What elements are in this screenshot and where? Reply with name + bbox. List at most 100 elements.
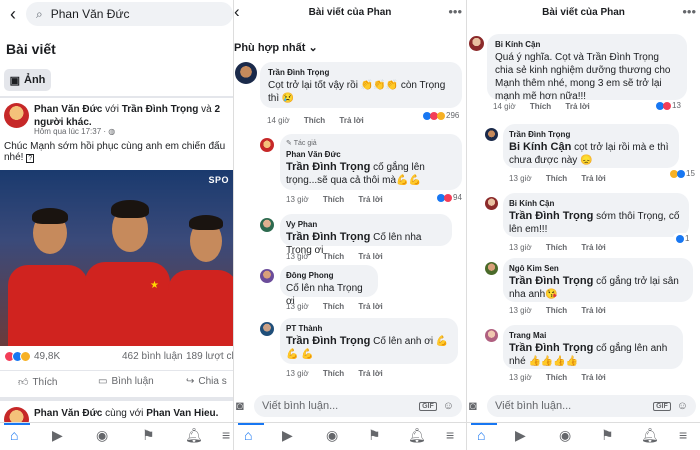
back-arrow-icon[interactable]: ‹	[0, 4, 26, 25]
comment-reactions[interactable]: 13	[653, 100, 684, 111]
haha-reaction-icon	[437, 111, 445, 120]
camera-icon[interactable]: ◙	[469, 398, 477, 413]
comment-like-button[interactable]: Thích	[304, 116, 325, 125]
video-icon[interactable]: ▶	[282, 427, 293, 444]
comment-mention[interactable]: Bi Kính Cận	[509, 141, 571, 153]
comment-like-button[interactable]: Thích	[546, 243, 567, 252]
comment-like-button[interactable]: Thích	[546, 306, 567, 315]
sort-dropdown[interactable]: Phù hợp nhất ⌄	[234, 41, 318, 54]
comment-author[interactable]: Trang Mai	[509, 330, 675, 341]
emoji-icon[interactable]: ☺	[443, 400, 454, 412]
reaction-summary[interactable]: 49,8K	[4, 351, 60, 362]
video-icon[interactable]: ▶	[52, 427, 63, 444]
comment-like-button[interactable]: Thích	[530, 102, 551, 111]
comment-reply-button[interactable]: Trả lời	[358, 195, 382, 204]
comment-like-button[interactable]: Thích	[546, 174, 567, 183]
post-author-and: và	[201, 104, 212, 115]
avatar[interactable]	[485, 262, 498, 275]
post-tagged[interactable]: Phan Van Hieu.	[146, 408, 218, 419]
comment-reply-button[interactable]: Trả lời	[358, 252, 382, 261]
comment-reactions[interactable]: 1	[673, 233, 693, 244]
menu-icon[interactable]: ≡	[222, 427, 230, 443]
post-author[interactable]: Phan Văn Đức	[34, 104, 102, 115]
flag-icon[interactable]: ⚑	[368, 427, 381, 444]
comment-like-button[interactable]: Thích	[546, 373, 567, 382]
gif-icon[interactable]: GIF	[653, 401, 671, 411]
bell-icon[interactable]: 🔔︎	[408, 427, 426, 444]
more-options-icon[interactable]: •••	[682, 4, 696, 19]
comment-author[interactable]: Đông Phong	[286, 270, 370, 281]
emoji-icon[interactable]: ☺	[677, 400, 688, 412]
avatar[interactable]	[260, 218, 274, 232]
comment-button[interactable]: ▭ Bình luận	[98, 376, 154, 387]
avatar[interactable]	[485, 329, 498, 342]
menu-icon[interactable]: ≡	[446, 427, 454, 443]
avatar[interactable]	[485, 197, 498, 210]
groups-icon[interactable]: ◉	[559, 427, 571, 444]
post-tagged[interactable]: Trần Đình Trọng	[122, 104, 199, 115]
comment-mention[interactable]: Trần Đình Trọng	[509, 342, 593, 354]
comment-reply-button[interactable]: Trả lời	[358, 302, 382, 311]
like-button[interactable]: 👍︎ Thích	[18, 376, 57, 389]
comment-mention[interactable]: Trần Đình Trọng	[286, 161, 370, 173]
comment-reactions[interactable]: 296	[420, 110, 463, 121]
share-button[interactable]: ↪ Chia s	[186, 376, 227, 387]
avatar[interactable]	[260, 269, 274, 283]
comment-time: 13 giờ	[286, 195, 309, 204]
comment-reactions[interactable]: 15	[667, 168, 698, 179]
comment-like-button[interactable]: Thích	[323, 369, 344, 378]
more-options-icon[interactable]: •••	[448, 4, 462, 19]
avatar[interactable]	[4, 103, 29, 128]
avatar[interactable]	[260, 322, 274, 336]
comment-mention[interactable]: Trần Đình Trọng	[286, 335, 370, 347]
comment-reply-button[interactable]: Trả lời	[581, 306, 605, 315]
flag-icon[interactable]: ⚑	[601, 427, 614, 444]
home-icon[interactable]: ⌂	[244, 427, 252, 443]
comment-reply-button[interactable]: Trả lời	[581, 174, 605, 183]
comment-author[interactable]: PT Thành	[286, 323, 450, 334]
avatar[interactable]	[260, 138, 274, 152]
comment-author[interactable]: Bi Kính Cận	[509, 198, 681, 209]
comment-reply-button[interactable]: Trả lời	[358, 369, 382, 378]
bell-icon[interactable]: 🔔︎	[185, 427, 203, 444]
post-author[interactable]: Phan Văn Đức	[34, 408, 102, 419]
groups-icon[interactable]: ◉	[326, 427, 338, 444]
photo-filter-button[interactable]: ▣ Ảnh	[4, 69, 51, 91]
comment-mention[interactable]: Trần Đình Trọng	[286, 231, 370, 243]
search-input[interactable]: ⌕ Phan Văn Đức	[26, 2, 233, 26]
comment-reply-button[interactable]: Trả lời	[339, 116, 363, 125]
comment-like-button[interactable]: Thích	[323, 195, 344, 204]
comment-reply-button[interactable]: Trả lời	[565, 102, 589, 111]
comment-author[interactable]: Ngô Kim Sen	[509, 263, 685, 274]
comment-author[interactable]: Trần Đình Trọng	[509, 129, 671, 140]
comment-count[interactable]: 462 bình luận	[122, 351, 183, 362]
comment-mention[interactable]: Trần Đình Trọng	[509, 275, 593, 287]
comment-mention[interactable]: Trần Đình Trọng	[509, 210, 593, 222]
comment-author[interactable]: Bi Kính Cận	[495, 39, 679, 50]
comment-reply-button[interactable]: Trả lời	[581, 373, 605, 382]
comment-author[interactable]: Vy Phan	[286, 219, 444, 230]
avatar[interactable]	[469, 36, 484, 51]
share-count[interactable]: 189 lượt chia	[186, 351, 233, 362]
photo-filter-label: Ảnh	[24, 74, 46, 86]
comment-author[interactable]: Trần Đình Trọng	[268, 67, 454, 78]
post-image[interactable]: SPO ★	[0, 170, 233, 346]
avatar[interactable]	[485, 128, 498, 141]
comment-reply-button[interactable]: Trả lời	[581, 243, 605, 252]
bell-icon[interactable]: 🔔︎	[641, 427, 659, 444]
comment-input[interactable]: Viết bình luận... GIF ☺	[254, 395, 462, 417]
camera-icon[interactable]: ◙	[236, 398, 244, 413]
home-icon[interactable]: ⌂	[477, 427, 485, 443]
comment-like-button[interactable]: Thích	[323, 302, 344, 311]
comment-like-button[interactable]: Thích	[323, 252, 344, 261]
video-icon[interactable]: ▶	[515, 427, 526, 444]
flag-icon[interactable]: ⚑	[142, 427, 155, 444]
menu-icon[interactable]: ≡	[679, 427, 687, 443]
avatar[interactable]	[235, 62, 257, 84]
comment-input[interactable]: Viết bình luận... GIF ☺	[487, 395, 696, 417]
groups-icon[interactable]: ◉	[96, 427, 108, 444]
comment-author[interactable]: Phan Văn Đức	[286, 149, 454, 160]
home-icon[interactable]: ⌂	[10, 427, 18, 443]
comment-reactions[interactable]: 94	[434, 192, 465, 203]
gif-icon[interactable]: GIF	[419, 401, 437, 411]
